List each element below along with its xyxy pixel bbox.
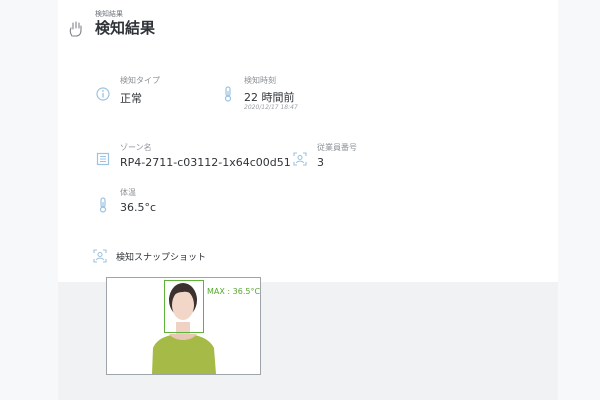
detection-type-label: 検知タイプ	[120, 76, 160, 85]
detection-time-label: 検知時刻	[244, 76, 276, 85]
thermometer-icon	[221, 86, 235, 102]
zone-name-value: RP4-2711-c03112-1x64c00d51	[120, 156, 291, 169]
building-icon	[96, 151, 110, 166]
user-scan-icon	[293, 151, 307, 166]
user-scan-icon	[93, 248, 107, 263]
detection-type-value: 正常	[120, 92, 142, 105]
detection-bounding-box	[164, 280, 204, 333]
snapshot-label: 検知スナップショット	[116, 253, 207, 263]
employee-number-value: 3	[317, 156, 324, 169]
body-temperature-value: 36.5°c	[120, 201, 157, 214]
employee-number-label: 従業員番号	[317, 143, 357, 152]
detection-timestamp: 2020/12/17 18:47	[244, 104, 298, 111]
thermometer-icon	[96, 197, 110, 213]
body-temperature-label: 体温	[120, 188, 136, 197]
zone-name-label: ゾーン名	[120, 143, 152, 152]
temperature-detection-label: MAX : 36.5°C	[207, 287, 261, 296]
info-icon	[96, 86, 110, 101]
page-title: 検知結果	[95, 19, 156, 37]
detection-time-value: 22 時間前	[244, 91, 295, 104]
hand-icon	[68, 20, 84, 38]
